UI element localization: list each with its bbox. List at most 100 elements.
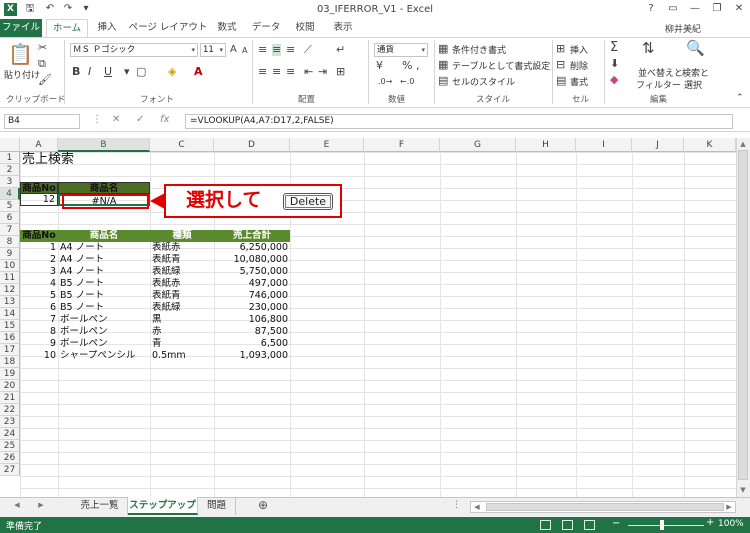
column-header-k[interactable]: K <box>684 138 736 152</box>
redo-icon[interactable]: ↷ <box>62 3 74 15</box>
sort-filter-label-2[interactable]: フィルター <box>636 78 681 91</box>
row-header[interactable]: 7 <box>0 224 20 236</box>
cell-styles-icon[interactable]: ▤ <box>438 75 448 87</box>
row-header[interactable]: 1 <box>0 152 20 164</box>
chevron-down-icon[interactable]: ▾ <box>124 66 130 78</box>
cell-product[interactable]: ボールペン <box>58 338 150 350</box>
tab-view[interactable]: 表示 <box>326 19 360 37</box>
cell-product[interactable]: シャープペンシル <box>58 350 150 362</box>
help-button[interactable]: ? <box>640 1 662 17</box>
cell-type[interactable]: 表紙青 <box>150 290 214 302</box>
row-header[interactable]: 8 <box>0 236 20 248</box>
merge-center-icon[interactable]: ⊞ <box>336 66 345 78</box>
cell-no[interactable]: 5 <box>20 290 58 302</box>
row-header[interactable]: 21 <box>0 392 20 404</box>
zoom-level[interactable]: 100% <box>718 519 744 529</box>
sheet-tab-problem[interactable]: 問題 <box>198 497 236 515</box>
align-center-icon[interactable]: ≡ <box>272 66 281 78</box>
row-header[interactable]: 3 <box>0 176 20 188</box>
cell-type[interactable]: 0.5mm <box>150 350 214 362</box>
autosum-icon[interactable]: Σ <box>610 41 618 54</box>
cell-total[interactable]: 106,800 <box>214 314 290 326</box>
zoom-slider-thumb[interactable] <box>660 520 664 530</box>
row-header[interactable]: 23 <box>0 416 20 428</box>
cell-type[interactable]: 赤 <box>150 326 214 338</box>
vertical-scroll-thumb[interactable] <box>738 150 748 480</box>
paste-icon[interactable]: 📋 <box>8 44 33 64</box>
format-table-icon[interactable]: ▦ <box>438 59 448 71</box>
cell-total[interactable]: 1,093,000 <box>214 350 290 362</box>
fill-icon[interactable]: ⬇ <box>610 58 619 70</box>
cell-no[interactable]: 10 <box>20 350 58 362</box>
row-header[interactable]: 14 <box>0 308 20 320</box>
cell-product[interactable]: ボールペン <box>58 314 150 326</box>
search-header-name[interactable]: 商品名 <box>58 182 150 194</box>
increase-decimal-icon[interactable]: .0→ <box>378 76 392 88</box>
cell-total[interactable]: 230,000 <box>214 302 290 314</box>
row-header[interactable]: 20 <box>0 380 20 392</box>
search-input-cell[interactable]: 12 <box>20 194 58 206</box>
fill-color-icon[interactable]: ◈ <box>168 66 176 78</box>
cell-product[interactable]: A4 ノート <box>58 266 150 278</box>
delete-cells-icon[interactable]: ⊟ <box>556 59 565 71</box>
number-format-combo[interactable]: 通貨 ▾ <box>374 43 428 57</box>
cell-no[interactable]: 6 <box>20 302 58 314</box>
tab-file[interactable]: ファイル <box>0 19 42 37</box>
cell-type[interactable]: 表紙赤 <box>150 278 214 290</box>
minimize-button[interactable]: — <box>684 1 706 17</box>
cell-no[interactable]: 1 <box>20 242 58 254</box>
row-header[interactable]: 11 <box>0 272 20 284</box>
page-break-view-icon[interactable] <box>584 520 595 530</box>
cell-total[interactable]: 5,750,000 <box>214 266 290 278</box>
collapse-ribbon-icon[interactable]: ⌃ <box>736 92 744 104</box>
cell-styles-button[interactable]: セルのスタイル <box>452 75 515 88</box>
insert-cells-icon[interactable]: ⊞ <box>556 43 565 55</box>
cell-no[interactable]: 8 <box>20 326 58 338</box>
customize-icon[interactable]: ▾ <box>80 3 92 15</box>
split-handle-icon[interactable]: ⋮ <box>452 500 461 510</box>
comma-icon[interactable]: , <box>416 60 420 72</box>
row-header[interactable]: 9 <box>0 248 20 260</box>
insert-cells-button[interactable]: 挿入 <box>570 43 588 56</box>
cell-product[interactable]: A4 ノート <box>58 254 150 266</box>
format-table-button[interactable]: テーブルとして書式設定 <box>452 59 550 72</box>
decrease-decimal-icon[interactable]: ←.0 <box>400 76 414 88</box>
cell-product[interactable]: B5 ノート <box>58 278 150 290</box>
cell-type[interactable]: 表紙赤 <box>150 242 214 254</box>
row-header[interactable]: 10 <box>0 260 20 272</box>
row-header[interactable]: 22 <box>0 404 20 416</box>
wrap-text-icon[interactable]: ↵ <box>336 44 345 56</box>
insert-function-icon[interactable]: fx <box>160 114 169 125</box>
align-middle-icon[interactable]: ≡ <box>272 44 282 56</box>
cell-product[interactable]: B5 ノート <box>58 290 150 302</box>
sheet-tab-sales-list[interactable]: 売上一覧 <box>72 497 128 515</box>
column-header-d[interactable]: D <box>214 138 290 152</box>
cell-total[interactable]: 87,500 <box>214 326 290 338</box>
conditional-format-icon[interactable]: ▦ <box>438 43 448 55</box>
find-select-label-2[interactable]: 選択 <box>684 78 702 91</box>
find-select-icon[interactable]: 🔍 <box>686 41 705 56</box>
page-layout-view-icon[interactable] <box>562 520 573 530</box>
table-header-total[interactable]: 売上合計 <box>214 230 290 242</box>
tab-insert[interactable]: 挿入 <box>90 19 124 37</box>
cell-total[interactable]: 6,500 <box>214 338 290 350</box>
column-header-b[interactable]: B <box>58 138 150 152</box>
zoom-in-icon[interactable]: + <box>706 517 714 528</box>
row-header[interactable]: 16 <box>0 332 20 344</box>
zoom-out-icon[interactable]: − <box>612 518 620 529</box>
scroll-left-icon[interactable]: ◀ <box>470 503 484 511</box>
border-icon[interactable]: ▢ <box>136 66 146 78</box>
column-header-j[interactable]: J <box>632 138 684 152</box>
column-header-e[interactable]: E <box>290 138 364 152</box>
row-header[interactable]: 2 <box>0 164 20 176</box>
clear-icon[interactable]: ◆ <box>610 74 618 86</box>
font-color-icon[interactable]: A <box>194 66 203 78</box>
row-header[interactable]: 5 <box>0 200 20 212</box>
ribbon-display-button[interactable]: ▭ <box>662 1 684 17</box>
row-header[interactable]: 24 <box>0 428 20 440</box>
zoom-slider[interactable] <box>628 525 704 526</box>
cell-no[interactable]: 3 <box>20 266 58 278</box>
font-size-combo[interactable]: 11 ▾ <box>200 43 226 57</box>
sheet-tab-step-up[interactable]: ステップアップ <box>128 497 198 515</box>
row-header[interactable]: 26 <box>0 452 20 464</box>
